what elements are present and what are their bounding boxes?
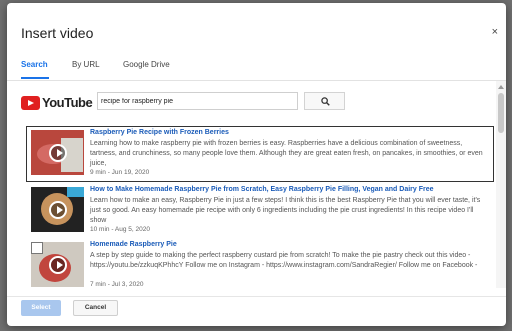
video-thumbnail (31, 130, 84, 175)
video-thumbnail (31, 242, 84, 287)
dialog-footer: Select Cancel (7, 296, 506, 326)
results-scrollbar[interactable] (496, 81, 506, 288)
youtube-logo: YouTube (21, 95, 93, 110)
dialog-title: Insert video (21, 25, 94, 41)
scrollbar-thumb[interactable] (498, 93, 504, 133)
result-title: Homemade Raspberry Pie (90, 241, 177, 248)
youtube-play-icon (21, 96, 40, 110)
tab-search[interactable]: Search (21, 60, 48, 69)
result-meta: 9 min - Jun 19, 2020 (90, 169, 150, 176)
cancel-button[interactable]: Cancel (73, 300, 118, 316)
result-item[interactable]: Homemade Raspberry Pie A step by step gu… (27, 239, 493, 288)
close-icon[interactable]: × (492, 27, 498, 38)
search-button[interactable] (304, 92, 345, 110)
search-input[interactable] (97, 92, 298, 110)
youtube-wordmark: YouTube (42, 95, 93, 110)
play-icon (49, 144, 67, 162)
result-title: Raspberry Pie Recipe with Frozen Berries (90, 129, 229, 136)
tab-bar: Search By URL Google Drive (7, 57, 506, 81)
tab-by-url[interactable]: By URL (72, 60, 100, 69)
insert-video-dialog: Insert video × Search By URL Google Driv… (7, 3, 506, 326)
result-description: Learning how to make raspberry pie with … (90, 140, 483, 167)
result-meta: 10 min - Aug 5, 2020 (90, 226, 150, 233)
tab-google-drive[interactable]: Google Drive (123, 60, 170, 69)
result-meta: 7 min - Jul 3, 2020 (90, 281, 144, 288)
result-description: A step by step guide to making the perfe… (90, 252, 478, 269)
search-icon (321, 97, 330, 106)
active-tab-indicator (21, 77, 49, 79)
play-icon (49, 201, 67, 219)
result-item[interactable]: How to Make Homemade Raspberry Pie from … (27, 184, 493, 238)
select-button[interactable]: Select (21, 300, 61, 316)
search-panel: YouTube Raspberry Pie Recipe with Frozen… (7, 81, 496, 288)
video-thumbnail (31, 187, 84, 232)
result-item[interactable]: Raspberry Pie Recipe with Frozen Berries… (26, 126, 494, 182)
result-description: Learn how to make an easy, Raspberry Pie… (90, 197, 481, 224)
play-icon (49, 256, 67, 274)
result-title: How to Make Homemade Raspberry Pie from … (90, 186, 434, 193)
scroll-up-icon[interactable] (498, 85, 504, 89)
